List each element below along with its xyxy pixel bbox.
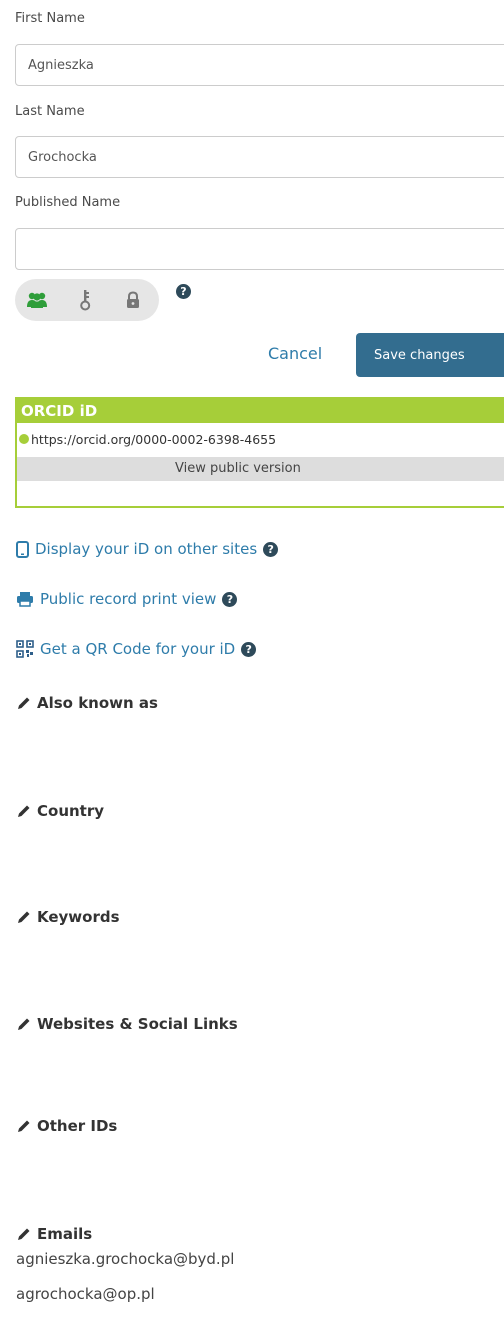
orcid-url[interactable]: https://orcid.org/0000-0002-6398-4655 [31, 432, 276, 447]
published-name-input[interactable] [15, 228, 504, 270]
also-known-as-section[interactable]: Also known as [17, 694, 158, 712]
qr-code-label: Get a QR Code for your iD [40, 640, 236, 658]
country-title: Country [37, 802, 105, 820]
published-name-label: Published Name [15, 195, 121, 210]
last-name-label: Last Name [15, 104, 85, 119]
view-public-version-button[interactable]: View public version [17, 457, 504, 481]
pencil-icon [18, 697, 30, 709]
orcid-id-box: ORCID iD https://orcid.org/0000-0002-639… [15, 397, 504, 508]
qr-code-icon [16, 640, 34, 658]
websites-section[interactable]: Websites & Social Links [17, 1015, 238, 1033]
pencil-icon [18, 911, 30, 923]
personal-info-panel: First Name Last Name Published Name [0, 0, 504, 1317]
display-id-help-icon[interactable]: ? [263, 541, 279, 557]
orcid-url-row: https://orcid.org/0000-0002-6398-4655 [17, 423, 504, 455]
orcid-id-title: ORCID iD [17, 399, 504, 423]
privacy-help-icon[interactable]: ? [176, 284, 191, 299]
qr-code-link[interactable]: Get a QR Code for your iD ? [16, 640, 257, 658]
country-section[interactable]: Country [17, 802, 104, 820]
print-icon [17, 592, 33, 607]
first-name-input[interactable] [15, 44, 504, 86]
email-item: agnieszka.grochocka@byd.pl [16, 1250, 235, 1268]
mobile-icon [16, 540, 29, 558]
email-item: agrochocka@op.pl [16, 1285, 155, 1303]
keywords-title: Keywords [37, 908, 120, 926]
display-id-link[interactable]: Display your iD on other sites ? [16, 540, 279, 558]
print-view-label: Public record print view [40, 590, 217, 608]
privacy-option-private[interactable] [111, 279, 155, 321]
qr-code-help-icon[interactable]: ? [241, 641, 257, 657]
other-ids-title: Other IDs [37, 1117, 118, 1135]
privacy-toggle [15, 279, 159, 321]
pencil-icon [18, 1120, 30, 1132]
print-view-help-icon[interactable]: ? [222, 591, 238, 607]
also-known-as-title: Also known as [37, 694, 158, 712]
emails-title: Emails [37, 1225, 93, 1243]
first-name-label: First Name [15, 11, 85, 26]
privacy-option-trusted[interactable] [63, 279, 107, 321]
pencil-icon [18, 1228, 30, 1240]
everyone-icon [27, 292, 47, 308]
lock-icon [127, 291, 139, 308]
emails-section[interactable]: Emails [17, 1225, 92, 1243]
print-view-link[interactable]: Public record print view ? [16, 590, 238, 608]
websites-title: Websites & Social Links [37, 1015, 238, 1033]
keywords-section[interactable]: Keywords [17, 908, 120, 926]
other-ids-section[interactable]: Other IDs [17, 1117, 117, 1135]
last-name-input[interactable] [15, 136, 504, 178]
orcid-logo-icon [19, 434, 29, 444]
key-icon [80, 290, 91, 311]
privacy-option-everyone[interactable] [15, 279, 59, 321]
save-changes-button[interactable]: Save changes [356, 333, 504, 377]
display-id-label: Display your iD on other sites [35, 540, 258, 558]
pencil-icon [18, 1018, 30, 1030]
pencil-icon [18, 805, 30, 817]
cancel-link[interactable]: Cancel [268, 344, 322, 363]
